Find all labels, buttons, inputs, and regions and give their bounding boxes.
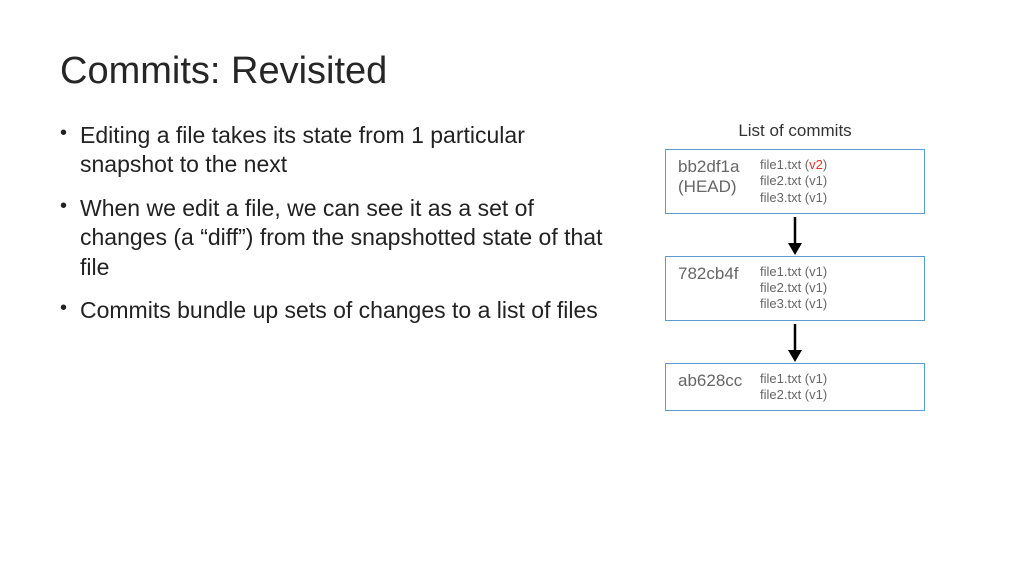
file-list: file1.txt (v1) file2.txt (v1) file3.txt … (760, 264, 914, 313)
bullet-item: When we edit a file, we can see it as a … (60, 194, 620, 282)
arrow-down-icon (785, 321, 805, 363)
hash-text: 782cb4f (678, 264, 746, 284)
file-entry: file3.txt (v1) (760, 190, 914, 206)
bullet-item: Commits bundle up sets of changes to a l… (60, 296, 620, 325)
commit-hash: 782cb4f (678, 264, 746, 284)
bullet-list: Editing a file takes its state from 1 pa… (60, 121, 620, 411)
commit-box: bb2df1a (HEAD) file1.txt (v2) file2.txt … (665, 149, 925, 214)
hash-text: ab628cc (678, 371, 746, 391)
commit-hash: bb2df1a (HEAD) (678, 157, 746, 198)
file-list: file1.txt (v2) file2.txt (v1) file3.txt … (760, 157, 914, 206)
commit-hash: ab628cc (678, 371, 746, 391)
slide: Commits: Revisited Editing a file takes … (0, 0, 1024, 576)
content-row: Editing a file takes its state from 1 pa… (60, 121, 964, 411)
hash-text: bb2df1a (678, 157, 746, 177)
arrow-down-icon (785, 214, 805, 256)
commit-box: ab628cc file1.txt (v1) file2.txt (v1) (665, 363, 925, 412)
file-entry: file2.txt (v1) (760, 280, 914, 296)
file-entry: file2.txt (v1) (760, 387, 914, 403)
file-entry: file1.txt (v1) (760, 264, 914, 280)
head-label: (HEAD) (678, 177, 746, 197)
file-entry: file1.txt (v1) (760, 371, 914, 387)
commit-box: 782cb4f file1.txt (v1) file2.txt (v1) fi… (665, 256, 925, 321)
bullet-item: Editing a file takes its state from 1 pa… (60, 121, 620, 180)
file-entry: file1.txt (v2) (760, 157, 914, 173)
diagram-title: List of commits (738, 121, 851, 141)
file-entry: file2.txt (v1) (760, 173, 914, 189)
file-list: file1.txt (v1) file2.txt (v1) (760, 371, 914, 404)
commit-diagram: List of commits bb2df1a (HEAD) file1.txt… (650, 121, 940, 411)
file-entry: file3.txt (v1) (760, 296, 914, 312)
slide-title: Commits: Revisited (60, 50, 964, 93)
